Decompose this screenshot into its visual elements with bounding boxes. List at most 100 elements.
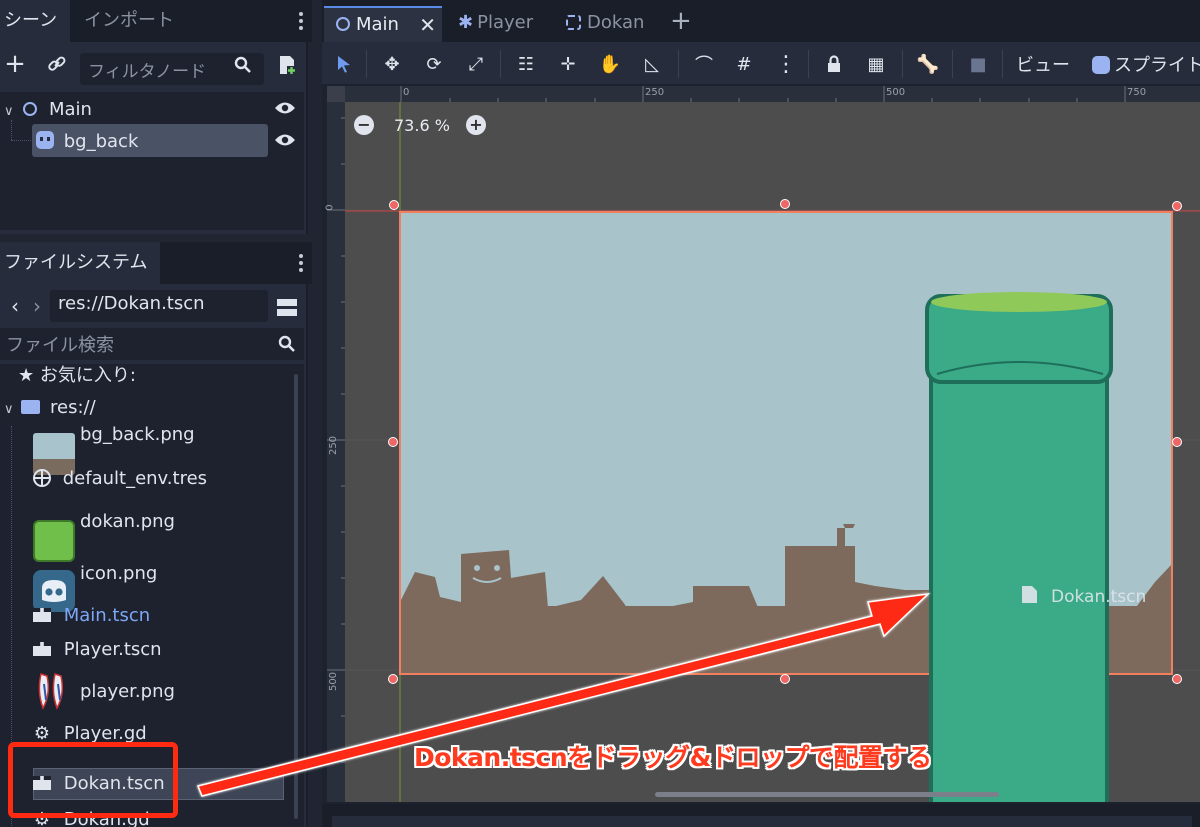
favorites-item[interactable]: ★ お気に入り: — [18, 364, 136, 392]
instance-scene-icon[interactable] — [272, 50, 302, 80]
drag-preview-label: Dokan.tscn — [1051, 587, 1146, 607]
tree-node-label: bg_back — [63, 131, 139, 152]
zoom-level[interactable]: 73.6 % — [394, 116, 450, 135]
search-icon — [272, 329, 302, 359]
globe-icon — [33, 469, 51, 487]
move-tool-icon[interactable]: ✥ — [378, 50, 406, 78]
highlight-box — [8, 742, 178, 818]
scene-toolbar: + フィルタノード — [0, 46, 308, 86]
canvas-viewport[interactable]: Dokan.tscn — [345, 102, 1200, 802]
ruler-label: 0 — [403, 87, 410, 98]
tab-filesystem[interactable]: ファイルシステム — [0, 242, 160, 284]
resize-handle[interactable] — [388, 437, 398, 447]
resize-handle[interactable] — [1172, 201, 1182, 211]
file-search-input[interactable]: ファイル検索 — [0, 328, 304, 360]
search-icon — [228, 50, 258, 80]
resize-handle[interactable] — [389, 200, 399, 210]
resize-handle[interactable] — [780, 674, 790, 684]
scene-tabs: Main ✕ ✱ Player Dokan + — [322, 0, 1200, 42]
lock-icon[interactable] — [820, 50, 848, 78]
ruler-corner — [327, 86, 345, 102]
file-item[interactable]: icon.png — [80, 558, 157, 590]
file-item[interactable]: default_env.tres — [33, 463, 207, 495]
zoom-in-button[interactable]: + — [465, 115, 486, 135]
ruler-label: 500 — [328, 671, 340, 692]
resize-handle[interactable] — [388, 674, 398, 684]
instruction-caption: Dokan.tscnをドラッグ&ドロップで配置する — [414, 743, 932, 772]
toolbar-separator — [678, 50, 679, 78]
canvas-h-scrollbar[interactable] — [655, 792, 999, 797]
sprite-icon — [1092, 56, 1110, 74]
canvas-toolbar: ✥ ⟳ ⤢ ☷ ✛ ✋ ◺ ⌒ # ⋮ ▦ 🦴 ■ ビュー スプライト — [322, 42, 1200, 84]
resize-handle[interactable] — [1172, 674, 1182, 684]
clapperboard-icon — [33, 608, 51, 622]
toolbar-separator — [808, 50, 809, 78]
file-item[interactable]: Player.tscn — [33, 634, 162, 666]
tree-node-bg-back[interactable]: bg_back — [36, 126, 138, 158]
close-icon[interactable]: ✕ — [419, 8, 436, 42]
left-dock: シーン インポート + フィルタノード ∨ Main bg_back ファイルシ… — [0, 0, 312, 827]
filesystem-dock-menu-icon[interactable] — [298, 252, 304, 274]
sprite-menu[interactable]: スプライト — [1092, 51, 1200, 77]
camera-override-icon[interactable]: ■ — [964, 50, 992, 78]
group-icon[interactable]: ▦ — [862, 50, 890, 78]
tab-scene[interactable]: シーン — [0, 0, 70, 42]
scale-tool-icon[interactable]: ⤢ — [462, 50, 490, 78]
list-select-icon[interactable]: ☷ — [512, 50, 540, 78]
file-item[interactable]: Main.tscn — [33, 600, 150, 632]
pan-tool-icon[interactable]: ✋ — [596, 50, 624, 78]
forward-icon[interactable]: › — [22, 291, 52, 321]
resize-handle[interactable] — [780, 199, 790, 209]
resize-handle[interactable] — [1172, 437, 1182, 447]
scene-drawing: Dokan.tscn — [345, 102, 1200, 802]
add-tab-icon[interactable]: + — [658, 6, 692, 42]
scene-dock-tabs: シーン インポート — [0, 0, 312, 42]
sprite-icon — [36, 131, 54, 149]
file-item[interactable]: dokan.png — [80, 506, 175, 538]
file-item[interactable]: bg_back.png — [80, 419, 195, 451]
star-icon: ★ — [18, 365, 35, 386]
tree-guide — [11, 120, 12, 140]
bone-icon[interactable]: 🦴 — [914, 50, 942, 78]
control-node-icon — [566, 15, 581, 30]
pivot-tool-icon[interactable]: ✛ — [554, 50, 582, 78]
toolbar-separator — [1002, 50, 1003, 78]
view-menu[interactable]: ビュー — [1016, 51, 1070, 77]
tree-node-main[interactable]: ∨ Main — [4, 94, 92, 126]
collapse-arrow-icon[interactable]: ∨ — [4, 104, 14, 119]
select-tool-icon[interactable] — [330, 50, 358, 78]
node2d-icon — [336, 17, 350, 31]
file-item[interactable]: player.png — [80, 676, 175, 708]
ruler-left: 0 250 500 — [324, 102, 345, 802]
filesystem-dock-tabs: ファイルシステム — [0, 242, 312, 284]
split-view-icon[interactable] — [272, 292, 302, 322]
add-node-icon[interactable]: + — [0, 49, 30, 79]
ruler-label: 250 — [645, 87, 665, 98]
collapse-arrow-icon[interactable]: ∨ — [4, 402, 14, 417]
toolbar-separator — [500, 50, 501, 78]
zoom-controls: − 73.6 % + — [354, 112, 486, 138]
scene-dock-menu-icon[interactable] — [298, 10, 304, 32]
rotate-tool-icon[interactable]: ⟳ — [420, 50, 448, 78]
tab-main[interactable]: Main ✕ — [324, 6, 442, 42]
tab-import[interactable]: インポート — [72, 0, 186, 42]
zoom-out-button[interactable]: − — [354, 115, 374, 135]
ruler-label: 250 — [328, 435, 340, 456]
grid-snap-icon[interactable]: # — [730, 50, 758, 78]
path-input[interactable]: res://Dokan.tscn — [50, 290, 268, 322]
tree-guide — [11, 140, 31, 141]
folder-icon — [21, 400, 41, 414]
smart-snap-icon[interactable]: ⌒ — [690, 50, 718, 78]
file-tree-scrollbar[interactable] — [294, 374, 298, 819]
ruler-label: 750 — [1127, 87, 1147, 98]
ruler-tool-icon[interactable]: ◺ — [638, 50, 666, 78]
tab-dokan[interactable]: Dokan — [554, 6, 656, 42]
tab-player[interactable]: ✱ Player — [446, 6, 550, 42]
visibility-eye-icon[interactable] — [274, 100, 296, 121]
toolbar-separator — [366, 50, 367, 78]
ruler-label: 500 — [886, 87, 906, 98]
visibility-eye-icon[interactable] — [274, 132, 296, 153]
ruler-label: 0 — [324, 204, 336, 211]
link-icon[interactable] — [42, 49, 72, 79]
snap-options-icon[interactable]: ⋮ — [772, 50, 800, 78]
